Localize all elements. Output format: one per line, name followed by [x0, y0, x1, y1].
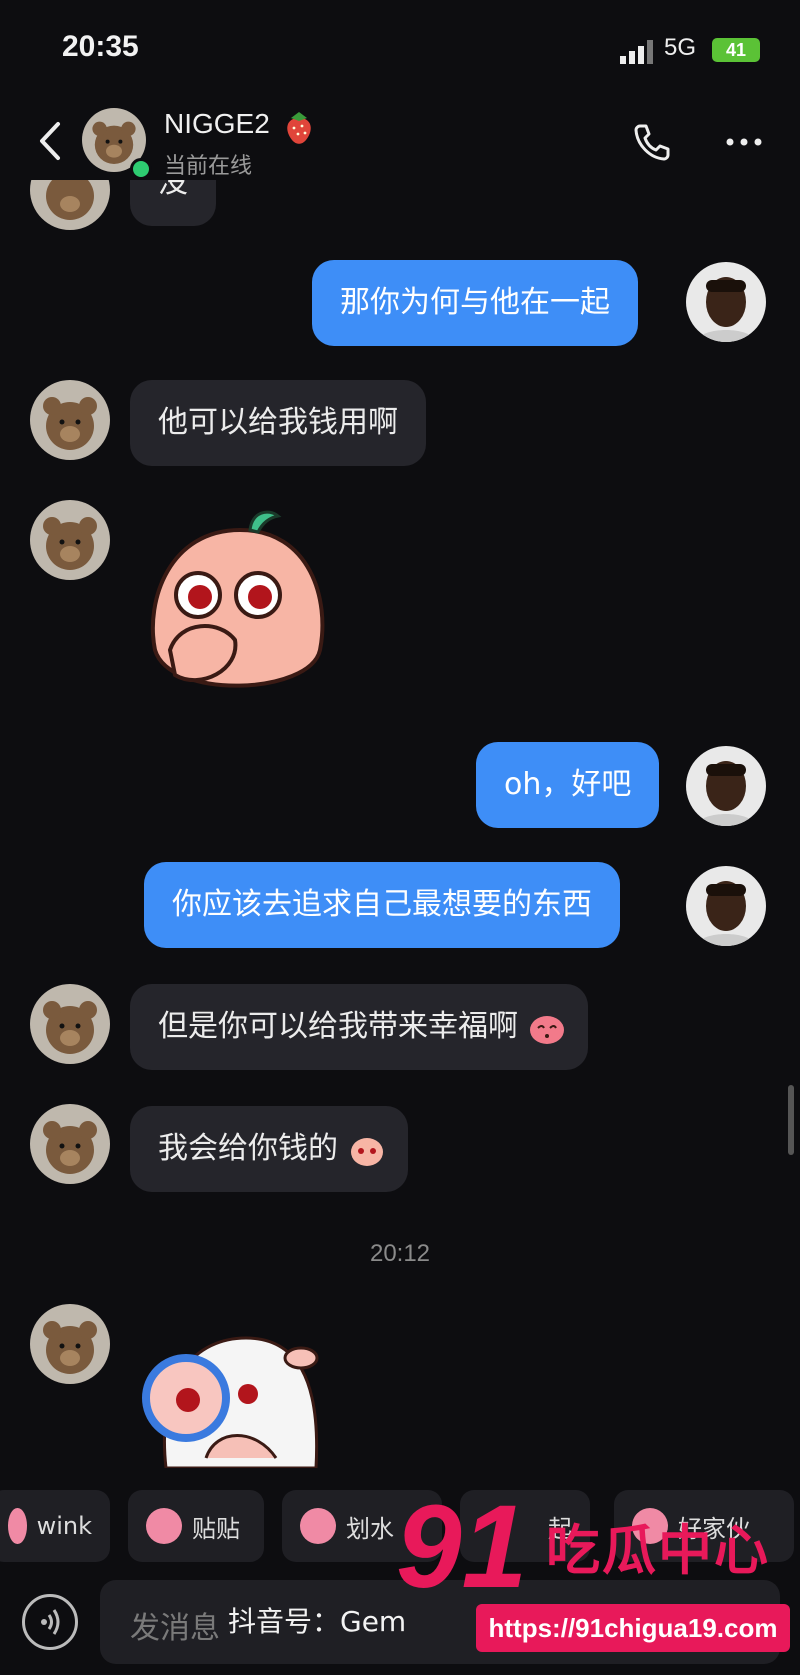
- contact-name: NIGGE2: [164, 108, 270, 139]
- peach-thinking-sticker[interactable]: [140, 500, 340, 710]
- contact-avatar-small[interactable]: [30, 1304, 110, 1384]
- douyin-watermark: 抖音号：Gem: [228, 1605, 407, 1638]
- contact-avatar-small[interactable]: [30, 984, 110, 1064]
- message-bubble-incoming: 我会给你钱的: [130, 1106, 408, 1192]
- user-avatar[interactable]: [686, 866, 766, 946]
- message-bubble-incoming: 没: [130, 180, 216, 226]
- strawberry-icon: [287, 112, 311, 144]
- message-input-placeholder: 发消息: [130, 1611, 220, 1646]
- more-options-icon[interactable]: [722, 124, 766, 160]
- sticker-icon: [146, 1508, 182, 1544]
- contact-avatar-small[interactable]: [30, 1104, 110, 1184]
- battery-indicator: 41: [712, 38, 760, 62]
- clipped-message-row: 没: [0, 180, 800, 240]
- quick-reply-chip[interactable]: 贴贴: [128, 1490, 264, 1562]
- sticker-icon: [300, 1508, 336, 1544]
- magnifier-sticker[interactable]: [136, 1318, 336, 1468]
- peach-emoji-icon: [351, 1138, 383, 1166]
- message-bubble-outgoing: 那你为何与他在一起: [312, 260, 638, 346]
- brand-logo-number: 91: [396, 1481, 528, 1613]
- contact-status: 当前在线: [164, 154, 253, 179]
- message-bubble-outgoing: oh，好吧: [476, 742, 660, 828]
- user-avatar[interactable]: [686, 746, 766, 826]
- network-type: 5G: [664, 34, 697, 61]
- message-timestamp: 20:12: [369, 1240, 431, 1267]
- message-row-incoming: 但是你可以给我带来幸福啊: [130, 984, 588, 1070]
- message-text: 但是你可以给我带来幸福啊: [158, 1009, 518, 1044]
- contact-avatar-small[interactable]: [30, 500, 110, 580]
- message-bubble-outgoing: 你应该去追求自己最想要的东西: [144, 862, 620, 948]
- user-avatar[interactable]: [686, 262, 766, 342]
- message-row-incoming: 我会给你钱的: [130, 1106, 408, 1192]
- signal-icon: [620, 40, 653, 64]
- status-time: 20:35: [62, 30, 139, 63]
- message-text: 我会给你钱的: [158, 1131, 338, 1166]
- message-bubble-incoming: 他可以给我钱用啊: [130, 380, 426, 466]
- scrollbar[interactable]: [788, 1085, 794, 1155]
- contact-avatar-small[interactable]: [30, 380, 110, 460]
- blush-emoji-icon: [530, 1016, 564, 1044]
- back-icon[interactable]: [30, 116, 70, 166]
- brand-url-badge: https://91chigua19.com: [476, 1604, 790, 1652]
- quick-reply-chip[interactable]: wink: [0, 1490, 110, 1562]
- phone-icon[interactable]: [630, 120, 674, 164]
- brand-logo-text: 吃瓜中心: [546, 1519, 770, 1582]
- sticker-icon: [8, 1508, 27, 1544]
- contact-avatar-small: [30, 180, 110, 230]
- message-bubble-incoming: 但是你可以给我带来幸福啊: [130, 984, 588, 1070]
- online-indicator: [130, 158, 152, 180]
- voice-input-icon[interactable]: [22, 1594, 78, 1650]
